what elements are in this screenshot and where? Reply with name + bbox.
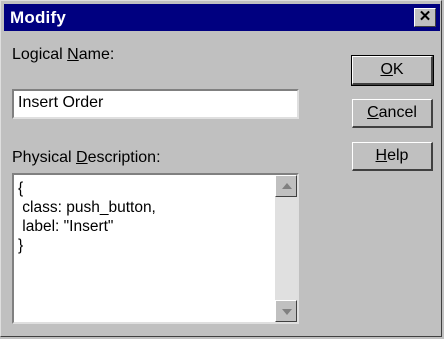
modify-dialog: Modify ✕ Logical Name: Insert Order Phys… [0,0,442,337]
cancel-button[interactable]: Cancel [352,99,433,128]
close-button[interactable]: ✕ [414,8,436,27]
scroll-down-button[interactable] [275,300,297,322]
physical-description-value: { class: push_button, label: "Insert" } [18,180,156,254]
logical-name-input[interactable]: Insert Order [12,89,299,119]
scroll-down-arrow-icon [282,309,292,315]
logical-name-value: Insert Order [18,94,104,111]
physical-description-textarea[interactable]: { class: push_button, label: "Insert" } [12,173,299,324]
close-icon: ✕ [418,8,432,25]
ok-button[interactable]: OK [351,55,434,86]
dialog-title: Modify [10,8,66,27]
scroll-up-arrow-icon [282,183,292,189]
physical-description-label: Physical Description: [12,149,161,166]
scroll-up-button[interactable] [275,175,297,197]
title-bar[interactable]: Modify ✕ [4,4,440,31]
help-button[interactable]: Help [352,142,433,171]
vertical-scrollbar[interactable] [275,175,297,322]
logical-name-label: Logical Name: [12,46,115,63]
